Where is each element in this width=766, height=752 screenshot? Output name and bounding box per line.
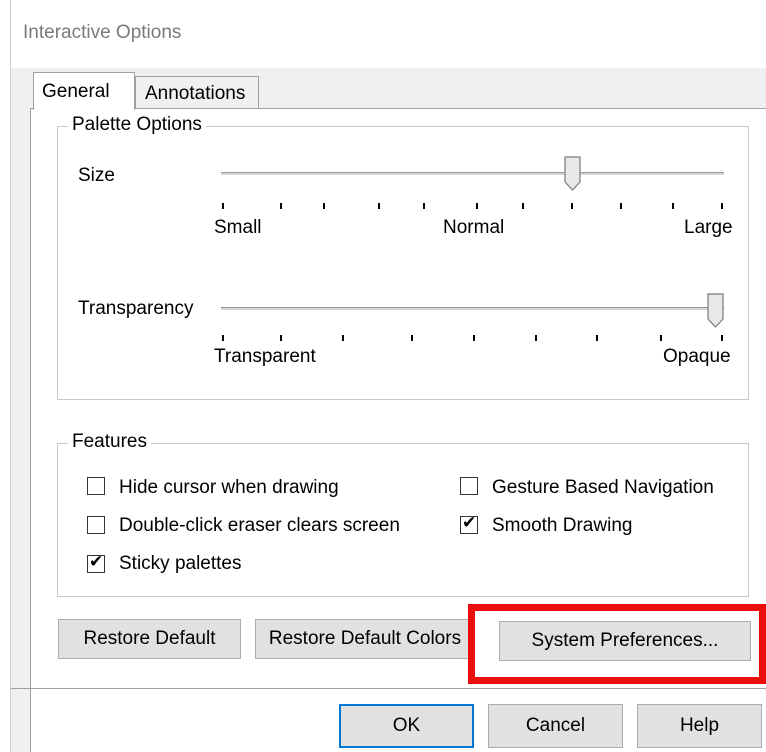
transparency-max-label: Opaque (663, 346, 731, 367)
size-mid-label: Normal (443, 217, 505, 238)
restore-default-button[interactable]: Restore Default (58, 619, 241, 659)
size-label: Size (78, 165, 115, 186)
title-bar[interactable]: Interactive Options (11, 0, 766, 68)
smooth-drawing-checkbox[interactable]: ✔ (460, 513, 478, 534)
features-label: Features (68, 431, 151, 453)
size-slider-track[interactable] (221, 172, 724, 175)
gesture-navigation-checkbox[interactable] (460, 477, 478, 495)
double-click-eraser-label[interactable]: Double-click eraser clears screen (119, 515, 400, 537)
window-title: Interactive Options (23, 22, 182, 43)
smooth-drawing-check-mark: ✔ (462, 513, 477, 532)
system-preferences-highlight (468, 604, 766, 684)
panel-bottom-edge (11, 688, 766, 689)
restore-default-colors-button[interactable]: Restore Default Colors (255, 619, 475, 659)
sticky-palettes-check-mark: ✔ (89, 552, 104, 571)
smooth-drawing-label[interactable]: Smooth Drawing (492, 515, 632, 537)
interactive-options-window: Interactive Options General Annotations … (0, 0, 766, 752)
sticky-palettes-checkbox[interactable]: ✔ (87, 552, 105, 573)
size-slider-thumb[interactable] (564, 156, 582, 198)
size-max-label: Large (684, 217, 733, 238)
transparency-label: Transparency (78, 298, 194, 319)
tab-annotations[interactable]: Annotations (135, 76, 259, 108)
hide-cursor-label[interactable]: Hide cursor when drawing (119, 477, 339, 499)
ok-button[interactable]: OK (339, 704, 474, 748)
double-click-eraser-checkbox[interactable] (87, 516, 105, 534)
tab-general[interactable]: General (33, 72, 135, 110)
gesture-navigation-label[interactable]: Gesture Based Navigation (492, 477, 714, 499)
transparency-slider-track[interactable] (221, 307, 724, 310)
sticky-palettes-label[interactable]: Sticky palettes (119, 553, 242, 575)
hide-cursor-checkbox[interactable] (87, 477, 105, 495)
size-min-label: Small (214, 217, 262, 238)
cancel-button[interactable]: Cancel (488, 704, 623, 748)
palette-options-label: Palette Options (68, 114, 206, 136)
tab-general-label: General (42, 81, 110, 102)
transparency-slider-thumb[interactable] (707, 293, 725, 335)
palette-options-group (57, 126, 749, 400)
transparency-min-label: Transparent (214, 346, 316, 367)
help-button[interactable]: Help (637, 704, 762, 748)
tab-annotations-label: Annotations (145, 83, 246, 104)
